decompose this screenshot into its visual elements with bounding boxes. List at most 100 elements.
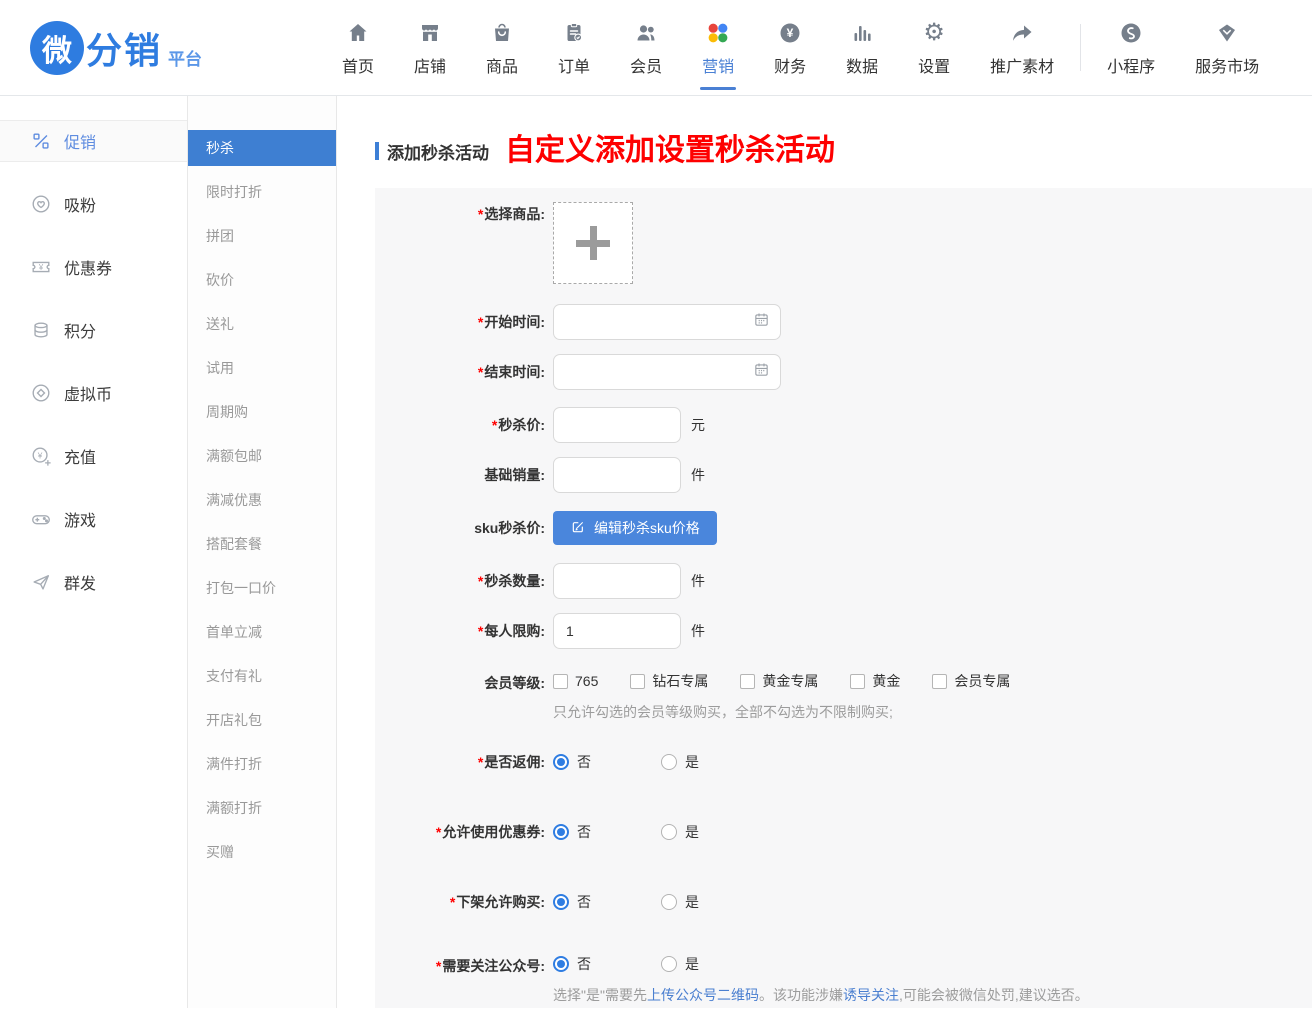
allow-coupon-radio-yes[interactable]: 是 [661,822,699,842]
sidebar-item-label: 虚拟币 [64,381,112,405]
nav-item-market[interactable]: 服务市场 [1175,0,1279,95]
svg-text:¥: ¥ [37,451,43,460]
select-product-upload-box[interactable] [553,202,633,284]
unit-label: 件 [691,621,705,641]
base-sales-input[interactable] [553,457,681,493]
sidebar-item-points[interactable]: 积分 [0,309,187,351]
submenu-item-buy-gift[interactable]: 买赠 [188,834,336,870]
need-follow-radio-no[interactable]: 否 [553,954,591,974]
per-limit-input[interactable] [553,613,681,649]
nav-item-finance[interactable]: ¥ 财务 [754,0,826,95]
field-label: 下架允许购买: [456,894,545,910]
submenu-item-period-buy[interactable]: 周期购 [188,394,336,430]
submenu-item-quantity-discount[interactable]: 满件打折 [188,746,336,782]
sidebar-item-label: 群发 [64,570,96,594]
sidebar-item-attract-fans[interactable]: 吸粉 [0,183,187,225]
submenu-item-pay-gift[interactable]: 支付有礼 [188,658,336,694]
member-level-checkbox-gold[interactable]: 黄金 [850,671,900,691]
nav-divider [1080,24,1081,71]
submenu-item-seckill[interactable]: 秒杀 [188,130,336,166]
field-label: 选择商品: [484,206,545,222]
submenu-label: 买赠 [206,842,234,862]
nav-label: 设置 [918,53,950,77]
nav-label: 财务 [774,53,806,77]
nav-item-home[interactable]: 首页 [322,0,394,95]
rebate-radio-yes[interactable]: 是 [661,752,699,772]
submenu-item-amount-discount[interactable]: 满额打折 [188,790,336,826]
sidebar-item-promotion[interactable]: 促销 [0,120,187,162]
nav-item-data[interactable]: 数据 [826,0,898,95]
required-mark: * [436,958,441,974]
sidebar-item-coupon[interactable]: ¥ 优惠券 [0,246,187,288]
nav-item-product[interactable]: 商品 [466,0,538,95]
checkbox-icon [740,674,755,689]
member-icon [634,19,658,45]
svg-text:¥: ¥ [39,263,44,272]
seckill-qty-input[interactable] [553,563,681,599]
unit-label: 件 [691,465,705,485]
submenu-item-gift[interactable]: 送礼 [188,306,336,342]
main-content: 添加秒杀活动 自定义添加设置秒杀活动 *选择商品: *开始时间: [337,96,1312,1008]
form-row-end-time: *结束时间: [375,354,1312,390]
checkbox-icon [932,674,947,689]
checkbox-icon [850,674,865,689]
need-follow-radio-yes[interactable]: 是 [661,954,699,974]
submenu-item-bargain[interactable]: 砍价 [188,262,336,298]
unit-label: 件 [691,571,705,591]
member-level-checkbox-diamond[interactable]: 钻石专属 [630,671,708,691]
submenu-item-first-order[interactable]: 首单立减 [188,614,336,650]
nav-item-settings[interactable]: ⚙ 设置 [898,0,970,95]
order-icon [562,19,586,45]
submenu-item-free-shipping[interactable]: 满额包邮 [188,438,336,474]
radio-icon [661,754,677,770]
field-label: 会员等级: [484,675,545,691]
sidebar-item-game[interactable]: 游戏 [0,498,187,540]
submenu-item-package-price[interactable]: 打包一口价 [188,570,336,606]
form-row-member-level: 会员等级: 765 钻石专属 黄金专属 黄金 会员专属 只允许勾选的会员等级购买… [375,671,1312,722]
nav-item-promote[interactable]: 推广素材 [970,0,1074,95]
nav-item-member[interactable]: 会员 [610,0,682,95]
nav-item-miniprogram[interactable]: 小程序 [1087,0,1175,95]
checkbox-icon [630,674,645,689]
induce-follow-link[interactable]: 诱导关注 [843,987,899,1003]
submenu-label: 试用 [206,358,234,378]
field-label: 秒杀价: [498,417,545,433]
rebate-radio-no[interactable]: 否 [553,752,591,772]
checkbox-icon [553,674,568,689]
sidebar-item-mass-send[interactable]: 群发 [0,561,187,603]
form-row-rebate: *是否返佣: 否 是 [375,744,1312,780]
member-level-checkbox-member-exclusive[interactable]: 会员专属 [932,671,1010,691]
nav-item-shop[interactable]: 店铺 [394,0,466,95]
coupon-icon: ¥ [30,256,52,278]
helper-text: 选择"是"需要先 [553,987,647,1003]
sidebar-item-virtual-coin[interactable]: 虚拟币 [0,372,187,414]
submenu-label: 满额打折 [206,798,262,818]
market-icon [1215,19,1239,45]
nav-item-order[interactable]: 订单 [538,0,610,95]
edit-sku-price-button[interactable]: 编辑秒杀sku价格 [553,511,717,545]
submenu-label: 拼团 [206,226,234,246]
submenu-item-combo[interactable]: 搭配套餐 [188,526,336,562]
seckill-form: *选择商品: *开始时间: *结束时间: [375,188,1312,1008]
nav-label: 数据 [846,53,878,77]
submenu-item-limited-discount[interactable]: 限时打折 [188,174,336,210]
field-label: sku秒杀价: [474,520,545,536]
offshelf-buy-radio-yes[interactable]: 是 [661,892,699,912]
nav-item-marketing[interactable]: 营销 [682,0,754,95]
marketing-icon [706,19,730,45]
submenu-item-shop-gift[interactable]: 开店礼包 [188,702,336,738]
allow-coupon-radio-no[interactable]: 否 [553,822,591,842]
sidebar-item-recharge[interactable]: ¥ 充值 [0,435,187,477]
upload-qrcode-link[interactable]: 上传公众号二维码 [647,987,759,1003]
seckill-price-input[interactable] [553,407,681,443]
radio-icon [661,824,677,840]
end-time-input[interactable] [553,354,781,390]
submenu-item-trial[interactable]: 试用 [188,350,336,386]
offshelf-buy-radio-no[interactable]: 否 [553,892,591,912]
submenu-item-full-reduction[interactable]: 满减优惠 [188,482,336,518]
start-time-input[interactable] [553,304,781,340]
submenu-item-group-buy[interactable]: 拼团 [188,218,336,254]
member-level-checkbox-gold-exclusive[interactable]: 黄金专属 [740,671,818,691]
submenu-label: 首单立减 [206,622,262,642]
member-level-checkbox-765[interactable]: 765 [553,673,598,689]
